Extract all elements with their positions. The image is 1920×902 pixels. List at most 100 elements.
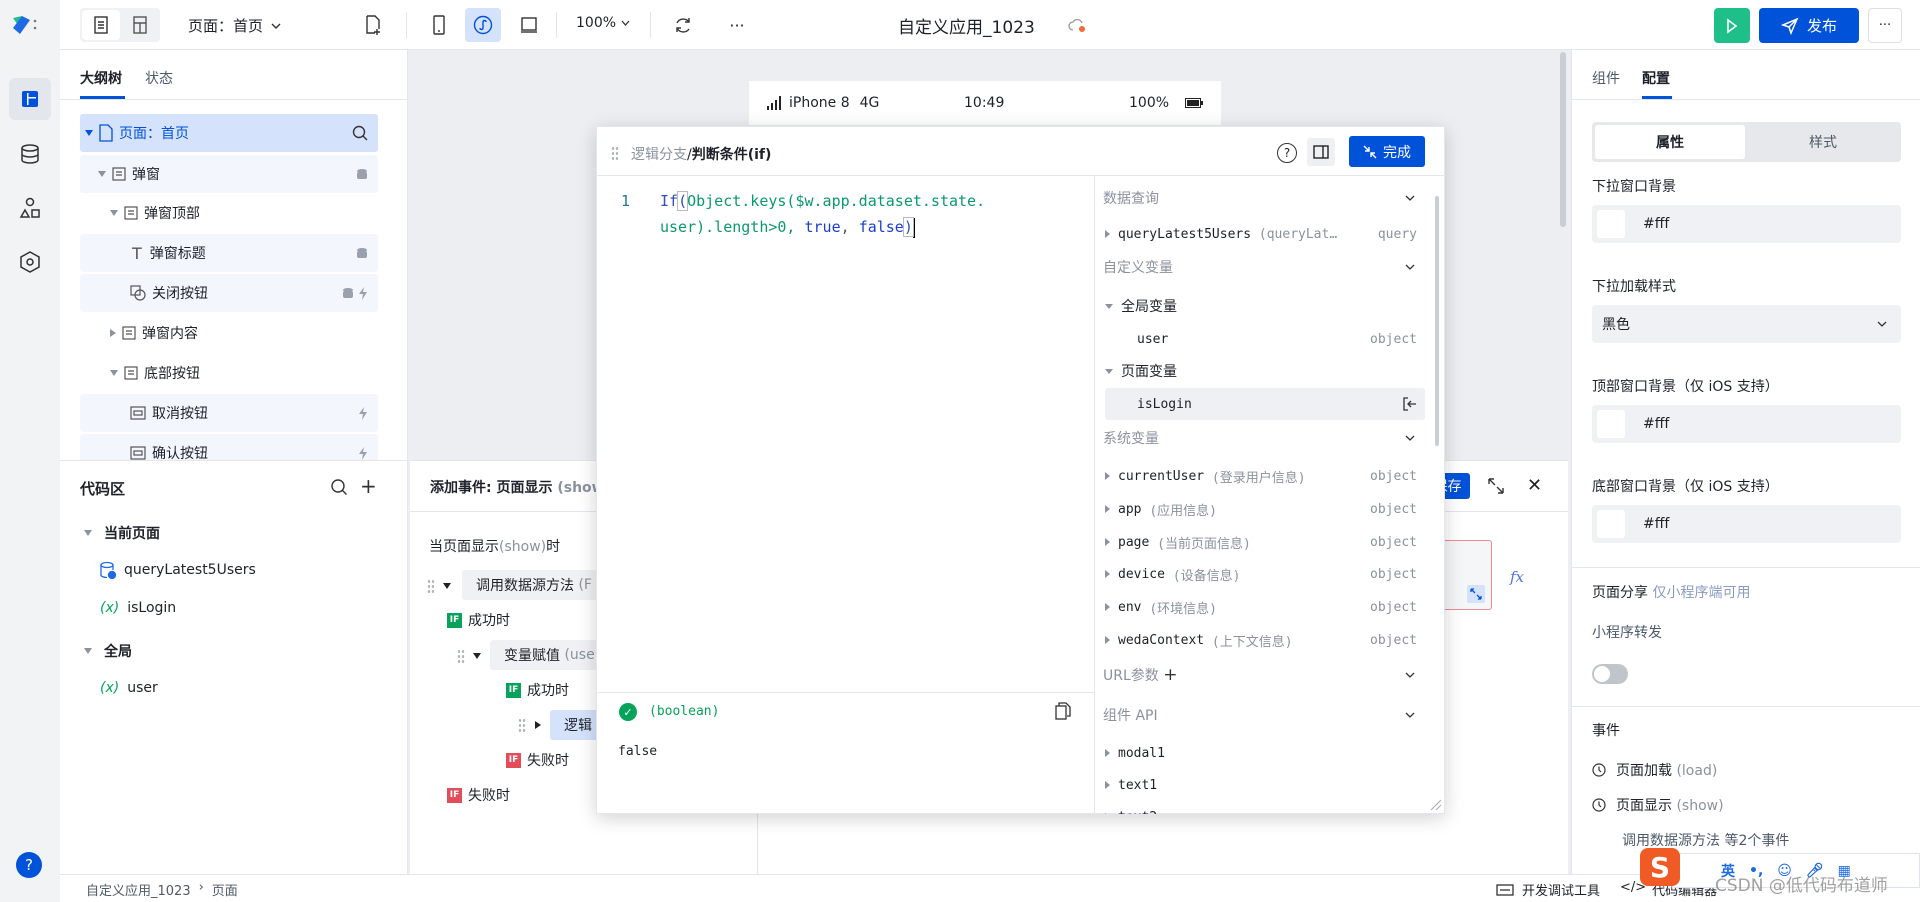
tab-config[interactable]: 配置 xyxy=(1642,68,1670,88)
help-icon[interactable]: ? xyxy=(1277,143,1297,163)
mini-program-icon[interactable] xyxy=(465,8,501,42)
components-icon[interactable] xyxy=(19,197,41,219)
section-data-query[interactable]: 数据查询 xyxy=(1103,187,1425,209)
tree-item-modal[interactable]: 弹窗 xyxy=(80,155,378,193)
more-menu-button[interactable]: ··· xyxy=(1868,8,1902,43)
pulldown-bg-color-field[interactable]: #fff xyxy=(1592,205,1901,243)
zoom-selector[interactable]: 100% xyxy=(576,15,630,31)
component-text2[interactable]: text2 xyxy=(1105,802,1425,814)
code-item-query[interactable]: queryLatest5Users xyxy=(100,561,256,579)
page-selector[interactable]: 页面：首页 xyxy=(188,15,281,36)
drag-handle-icon[interactable] xyxy=(457,649,465,663)
resize-handle-icon[interactable] xyxy=(1430,799,1442,811)
tab-components[interactable]: 组件 xyxy=(1592,68,1620,88)
tablet-icon[interactable] xyxy=(512,8,546,42)
toggle-side-panel-icon[interactable] xyxy=(1307,138,1335,166)
run-button[interactable] xyxy=(1714,8,1750,43)
variable-wedacontext[interactable]: wedaContext (上下文信息) object xyxy=(1105,625,1425,655)
variable-env[interactable]: env (环境信息) object xyxy=(1105,592,1425,622)
tree-item-modal-title[interactable]: T 弹窗标题 xyxy=(80,234,378,272)
variable-device[interactable]: device (设备信息) object xyxy=(1105,559,1425,589)
tree-item-modal-content[interactable]: 弹窗内容 xyxy=(80,314,378,352)
search-icon[interactable] xyxy=(352,125,368,141)
fx-icon[interactable]: fx xyxy=(1510,568,1524,586)
tree-item-confirm-button[interactable]: 确认按钮 xyxy=(80,434,378,460)
search-icon[interactable] xyxy=(330,478,348,496)
tree-item-page-home[interactable]: 页面：首页 xyxy=(80,114,378,152)
done-button[interactable]: 完成 xyxy=(1349,136,1425,167)
code-editor[interactable]: 1 If(Object.keys($w.app.dataset.state. us… xyxy=(597,176,1094,692)
component-text1[interactable]: text1 xyxy=(1105,770,1425,800)
drag-handle-icon[interactable] xyxy=(611,146,619,160)
layout-icon[interactable] xyxy=(122,10,158,40)
color-swatch[interactable] xyxy=(1597,510,1625,538)
section-system-variables[interactable]: 系统变量 xyxy=(1103,427,1425,449)
event-summary[interactable]: 调用数据源方法 等2个事件 xyxy=(1622,830,1789,850)
variable-list-scrollbar[interactable] xyxy=(1435,196,1439,446)
variable-islogin[interactable]: isLogin xyxy=(1105,388,1425,420)
flow-branch-fail-nested[interactable]: IF 失败时 xyxy=(506,750,569,770)
tree-item-cancel-button[interactable]: 取消按钮 xyxy=(80,394,378,432)
group-global-variables[interactable]: 全局变量 xyxy=(1105,291,1425,321)
flow-branch-fail[interactable]: IF 失败时 xyxy=(447,785,510,805)
group-global[interactable]: 全局 xyxy=(84,641,132,661)
event-item-load[interactable]: 页面加载 (load) xyxy=(1592,760,1717,780)
app-logo-icon[interactable] xyxy=(10,14,38,36)
add-icon[interactable]: + xyxy=(360,474,377,498)
refresh-icon[interactable] xyxy=(668,10,698,40)
help-icon[interactable]: ? xyxy=(16,852,42,878)
variable-querylatest5users[interactable]: queryLatest5Users (queryLat… query xyxy=(1105,219,1425,249)
forward-toggle[interactable] xyxy=(1592,664,1628,684)
expand-editor-icon[interactable] xyxy=(1467,585,1485,603)
tab-state[interactable]: 状态 xyxy=(145,68,173,88)
settings-icon[interactable] xyxy=(19,251,41,273)
event-item-show[interactable]: 页面显示 (show) xyxy=(1592,795,1724,815)
color-swatch[interactable] xyxy=(1597,410,1625,438)
section-url-params[interactable]: URL参数 + xyxy=(1103,664,1425,686)
dev-tools-button[interactable]: 开发调试工具 xyxy=(1496,880,1600,899)
database-icon[interactable] xyxy=(19,143,41,165)
canvas-scrollbar[interactable] xyxy=(1560,52,1566,227)
code-item-islogin[interactable]: (x) isLogin xyxy=(100,600,176,616)
page-outline-icon[interactable] xyxy=(82,10,120,40)
tab-outline[interactable]: 大纲树 xyxy=(80,68,122,88)
caret-down-icon[interactable] xyxy=(442,582,452,590)
variable-user[interactable]: user object xyxy=(1105,324,1425,354)
variable-app[interactable]: app (应用信息) object xyxy=(1105,494,1425,524)
section-component-api[interactable]: 组件 API xyxy=(1103,704,1425,726)
close-icon[interactable]: ✕ xyxy=(1527,475,1542,496)
group-page-variables[interactable]: 页面变量 xyxy=(1105,356,1425,386)
pulldown-loading-style-select[interactable]: 黑色 xyxy=(1592,305,1901,343)
add-icon[interactable]: + xyxy=(1163,665,1177,685)
variable-currentuser[interactable]: currentUser (登录用户信息) object xyxy=(1105,461,1425,491)
breadcrumb-page[interactable]: 页面 xyxy=(212,880,238,899)
tree-item-modal-header[interactable]: 弹窗顶部 xyxy=(80,194,378,232)
component-modal1[interactable]: modal1 xyxy=(1105,738,1425,768)
sogou-ime-icon[interactable]: S xyxy=(1640,848,1680,886)
insert-icon[interactable] xyxy=(1403,397,1417,411)
outline-icon[interactable] xyxy=(9,78,51,120)
more-icon[interactable]: ··· xyxy=(722,10,752,40)
copy-icon[interactable] xyxy=(1055,702,1071,720)
tree-item-close-button[interactable]: 关闭按钮 xyxy=(80,274,378,312)
flow-branch-success[interactable]: IF 成功时 xyxy=(447,610,510,630)
drag-handle-icon[interactable] xyxy=(427,579,435,593)
top-window-bg-field[interactable]: #fff xyxy=(1592,405,1901,443)
caret-right-icon[interactable] xyxy=(534,720,542,730)
caret-down-icon[interactable] xyxy=(472,652,482,660)
segment-styles[interactable]: 样式 xyxy=(1748,125,1898,159)
phone-icon[interactable] xyxy=(422,8,456,42)
expand-icon[interactable] xyxy=(1487,477,1505,495)
publish-button[interactable]: 发布 xyxy=(1759,8,1859,43)
color-swatch[interactable] xyxy=(1597,210,1625,238)
segment-properties[interactable]: 属性 xyxy=(1595,125,1745,159)
tree-item-footer-buttons[interactable]: 底部按钮 xyxy=(80,354,378,392)
drag-handle-icon[interactable] xyxy=(518,718,526,732)
bottom-window-bg-field[interactable]: #fff xyxy=(1592,505,1901,543)
group-current-page[interactable]: 当前页面 xyxy=(84,523,160,543)
code-item-user[interactable]: (x) user xyxy=(100,680,158,696)
breadcrumb-app[interactable]: 自定义应用_1023 xyxy=(86,880,191,899)
flow-branch-success-nested[interactable]: IF 成功时 xyxy=(506,680,569,700)
new-page-icon[interactable] xyxy=(358,10,388,40)
section-custom-variables[interactable]: 自定义变量 xyxy=(1103,256,1425,278)
